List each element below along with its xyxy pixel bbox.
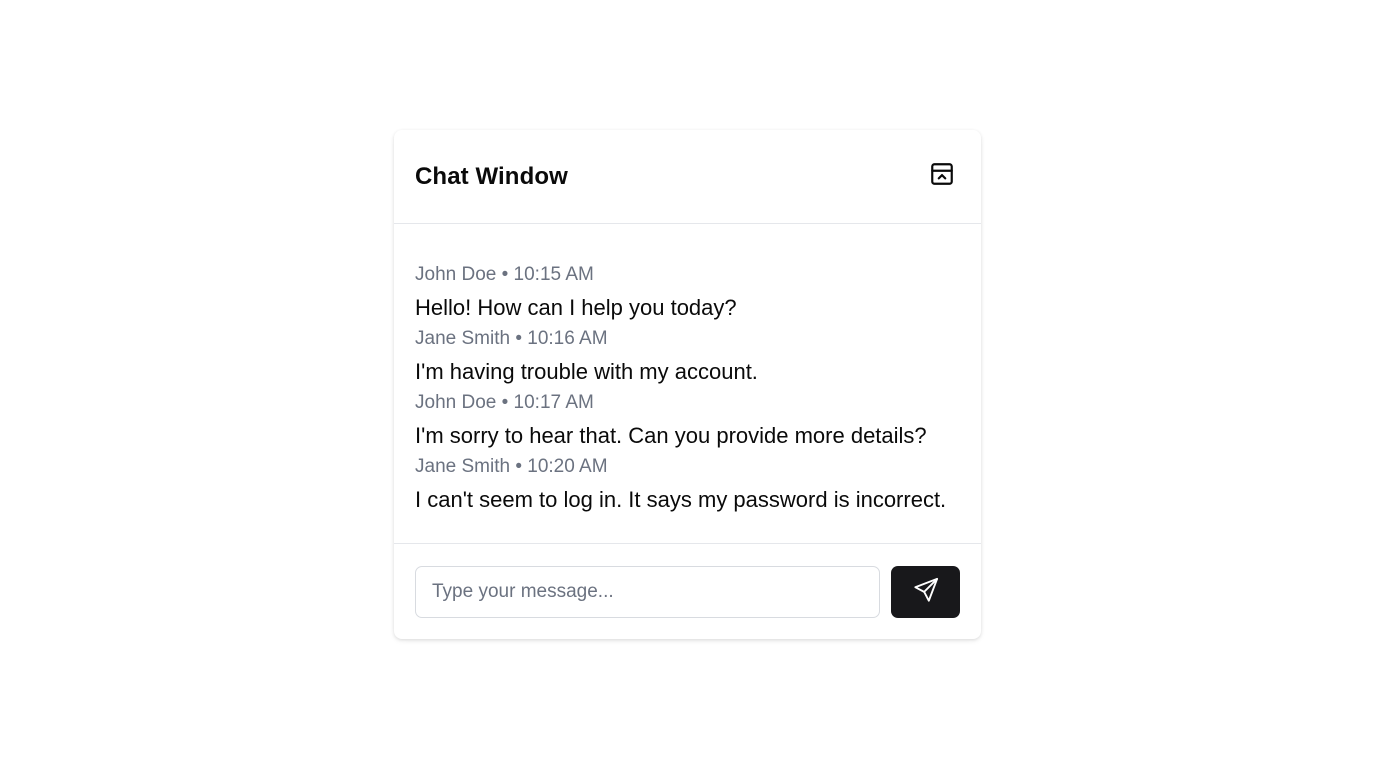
chat-header: Chat Window: [394, 130, 981, 224]
message-item: Jane Smith • 10:16 AM I'm having trouble…: [415, 326, 960, 388]
message-meta: John Doe • 10:15 AM: [415, 264, 594, 285]
message-text: I can't seem to log in. It says my passw…: [415, 487, 947, 512]
send-icon: [912, 576, 940, 607]
message-text: Hello! How can I help you today?: [415, 295, 737, 320]
message-item: John Doe • 10:15 AM Hello! How can I hel…: [415, 262, 960, 324]
message-text: I'm sorry to hear that. Can you provide …: [415, 423, 927, 448]
message-item: John Doe • 10:17 AM I'm sorry to hear th…: [415, 390, 960, 452]
chat-window: Chat Window John Doe • 10:15 AM Hello! H…: [394, 130, 981, 639]
send-button[interactable]: [891, 565, 960, 618]
panel-collapse-icon: [929, 161, 955, 192]
collapse-button[interactable]: [922, 157, 962, 197]
message-list[interactable]: John Doe • 10:15 AM Hello! How can I hel…: [394, 224, 981, 544]
message-input[interactable]: [415, 565, 880, 618]
message-meta: John Doe • 10:17 AM: [415, 392, 594, 413]
message-item: Jane Smith • 10:20 AM I can't seem to lo…: [415, 454, 960, 516]
message-meta: Jane Smith • 10:20 AM: [415, 456, 608, 477]
message-text: I'm having trouble with my account.: [415, 359, 758, 384]
message-meta: Jane Smith • 10:16 AM: [415, 328, 608, 349]
chat-title: Chat Window: [415, 162, 568, 190]
message-composer: [394, 544, 981, 639]
